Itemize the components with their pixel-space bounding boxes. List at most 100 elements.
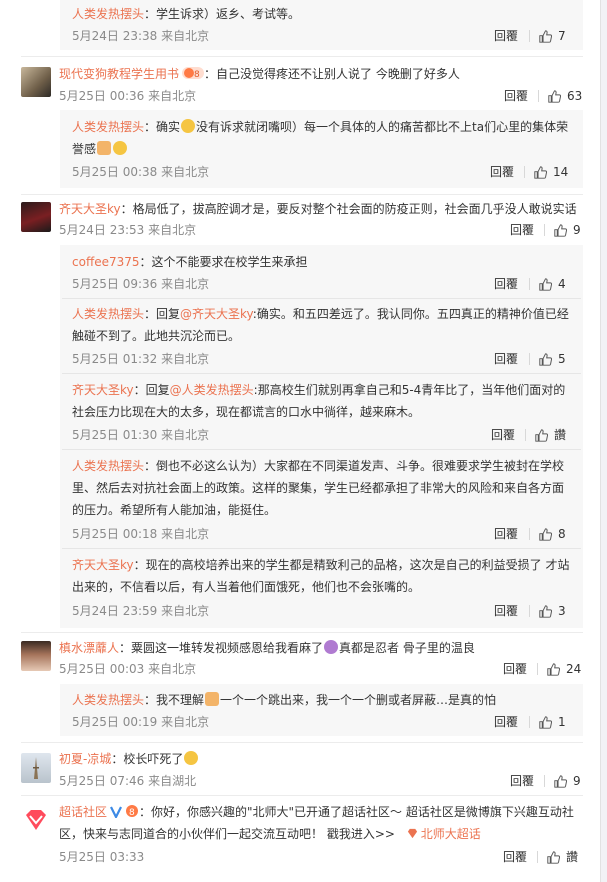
like-count: 14 [553, 165, 569, 179]
like-button[interactable]: 63 [548, 88, 582, 104]
reply-button[interactable]: 回覆 [504, 88, 528, 104]
user-name-link[interactable]: 超话社区 [59, 805, 107, 819]
thumbs-up-icon [539, 527, 552, 541]
like-button[interactable]: 9 [554, 773, 581, 789]
like-count: 3 [558, 604, 566, 618]
comment-text: 齐天大圣ky：现在的高校培养出来的学生都是精致利己的品格，这次是自己的利益受损了… [72, 558, 570, 572]
user-name-link[interactable]: 人类发热摆头 [72, 307, 144, 321]
reply-button[interactable]: 回覆 [494, 603, 518, 619]
user-name-link[interactable]: 人类发热摆头 [72, 120, 144, 134]
divider [529, 716, 530, 728]
comment-time: 5月25日 09:36 来自北京 [72, 277, 210, 291]
like-button[interactable]: 24 [547, 661, 581, 677]
comment-time: 5月24日 23:38 来自北京 [72, 29, 210, 43]
comment-text: 人类发热摆头：确实 没有诉求就闭嘴呗）每一个具体的人的痛苦都比不上ta们心里的集体… [72, 119, 569, 134]
like-button[interactable]: 4 [539, 276, 566, 292]
reply-button[interactable]: 回覆 [494, 526, 518, 542]
like-button[interactable]: 讚 [535, 427, 566, 443]
like-button[interactable]: 14 [534, 164, 568, 180]
emoji-icon [184, 751, 199, 765]
like-count: 5 [558, 352, 566, 366]
comment-time: 5月25日 01:32 来自北京 [72, 352, 210, 366]
comment-time: 5月25日 00:36 来自北京 [59, 89, 197, 103]
user-name-link[interactable]: coffee7375 [72, 255, 140, 269]
comment-text: 齐天大圣ky：回复@人类发热摆头:那高校生们就别再拿自己和5-4青年比了，当年他… [72, 383, 566, 397]
reply-button[interactable]: 回覆 [510, 222, 534, 238]
divider [21, 632, 583, 633]
like-count: 63 [567, 89, 583, 103]
user-name-link[interactable]: 现代变狗教程学生用书 [59, 67, 179, 81]
supertopic-link[interactable]: 北师大超话 [407, 827, 481, 841]
comment-text: 区，快来与志同道合的小伙伴们一起交流互动吧！ 戳我进入>> 北师大超话 [59, 827, 481, 841]
divider [538, 90, 539, 102]
reply-button[interactable]: 回覆 [503, 661, 527, 677]
avatar[interactable] [21, 753, 51, 783]
thumbs-up-icon [547, 662, 560, 676]
reply-button[interactable]: 回覆 [490, 164, 514, 180]
emoji-icon [113, 141, 128, 155]
thumbs-up-icon [547, 850, 560, 864]
thumbs-up-icon [539, 277, 552, 291]
divider [529, 278, 530, 290]
thumbs-up-icon [539, 715, 552, 729]
comment-text: 槙水漂蘼人：粟圆这一堆转发视频感恩给我看麻了 真都是忍者 骨子里的温良 [59, 640, 475, 655]
comment-text: 里、然后去对抗社会面上的政策。这样的聚集，学生已经都承担了非常大的风险和来自各方… [72, 481, 565, 495]
like-button[interactable]: 讚 [547, 849, 578, 865]
vip-badge-icon: 8 [125, 804, 139, 822]
like-count: 9 [573, 774, 581, 788]
comment-text: 社会压力比现在大的太多，现在都谎言的口水中徜徉，越来麻木。 [72, 405, 421, 419]
thumbs-up-icon [539, 352, 552, 366]
thumbs-up-icon [539, 29, 552, 43]
reply-button[interactable]: 回覆 [503, 849, 527, 865]
user-name-link[interactable]: 齐天大圣ky [72, 383, 134, 397]
divider [62, 298, 581, 299]
user-name-link[interactable]: 人类发热摆头 [72, 7, 144, 21]
like-button[interactable]: 5 [539, 351, 566, 367]
avatar[interactable] [21, 202, 51, 232]
avatar[interactable] [21, 641, 51, 671]
like-count: 24 [566, 662, 582, 676]
reply-button[interactable]: 回覆 [494, 714, 518, 730]
divider [529, 528, 530, 540]
user-name-link[interactable]: 齐天大圣ky [72, 558, 134, 572]
thumbs-up-icon [548, 89, 561, 103]
comment-time: 5月25日 00:19 来自北京 [72, 715, 210, 729]
like-count: 7 [558, 29, 566, 43]
like-button[interactable]: 1 [539, 714, 566, 730]
svg-text:8: 8 [129, 808, 135, 818]
avatar[interactable] [21, 805, 51, 835]
divider [529, 30, 530, 42]
user-name-link[interactable]: 人类发热摆头 [72, 693, 144, 707]
user-name-link[interactable]: 槙水漂蘼人 [59, 641, 119, 655]
user-name-link[interactable]: 人类发热摆头 [72, 459, 144, 473]
comment-time: 5月25日 07:46 来自湖北 [59, 774, 197, 788]
thumbs-up-icon [539, 604, 552, 618]
comment-time: 5月24日 23:53 来自北京 [59, 223, 197, 237]
avatar[interactable] [21, 67, 51, 97]
like-button[interactable]: 8 [539, 526, 566, 542]
mention-link[interactable]: @齐天大圣ky [180, 307, 253, 321]
like-button[interactable]: 7 [539, 28, 566, 44]
comment-text: 初夏-凉城：校长吓死了 [59, 751, 199, 767]
like-button[interactable]: 3 [539, 603, 566, 619]
vip-badge-icon: 8 [182, 66, 205, 84]
divider [537, 663, 538, 675]
comment-text: 超话社区 8 ：你好，你感兴趣的"北师大"已开通了超话社区～ 超话社区是微博旗下兴趣… [59, 804, 574, 822]
mention-link[interactable]: @人类发热摆头 [170, 383, 254, 397]
divider [21, 56, 583, 57]
reply-button[interactable]: 回覆 [491, 427, 515, 443]
like-count: 1 [558, 715, 566, 729]
comment-text: 出来的，不信看以后，有人当着他们面饿死，他们也不会张嘴的。 [72, 580, 421, 594]
user-name-link[interactable]: 齐天大圣ky [59, 202, 121, 216]
divider [21, 742, 583, 743]
reply-button[interactable]: 回覆 [510, 773, 534, 789]
like-button[interactable]: 9 [554, 222, 581, 238]
reply-button[interactable]: 回覆 [494, 28, 518, 44]
divider [529, 605, 530, 617]
user-name-link[interactable]: 初夏-凉城 [59, 752, 111, 766]
comment-time: 5月25日 00:18 来自北京 [72, 527, 210, 541]
thumbs-up-icon [535, 428, 548, 442]
comment-time: 5月25日 00:38 来自北京 [72, 165, 210, 179]
reply-button[interactable]: 回覆 [494, 351, 518, 367]
reply-button[interactable]: 回覆 [494, 276, 518, 292]
